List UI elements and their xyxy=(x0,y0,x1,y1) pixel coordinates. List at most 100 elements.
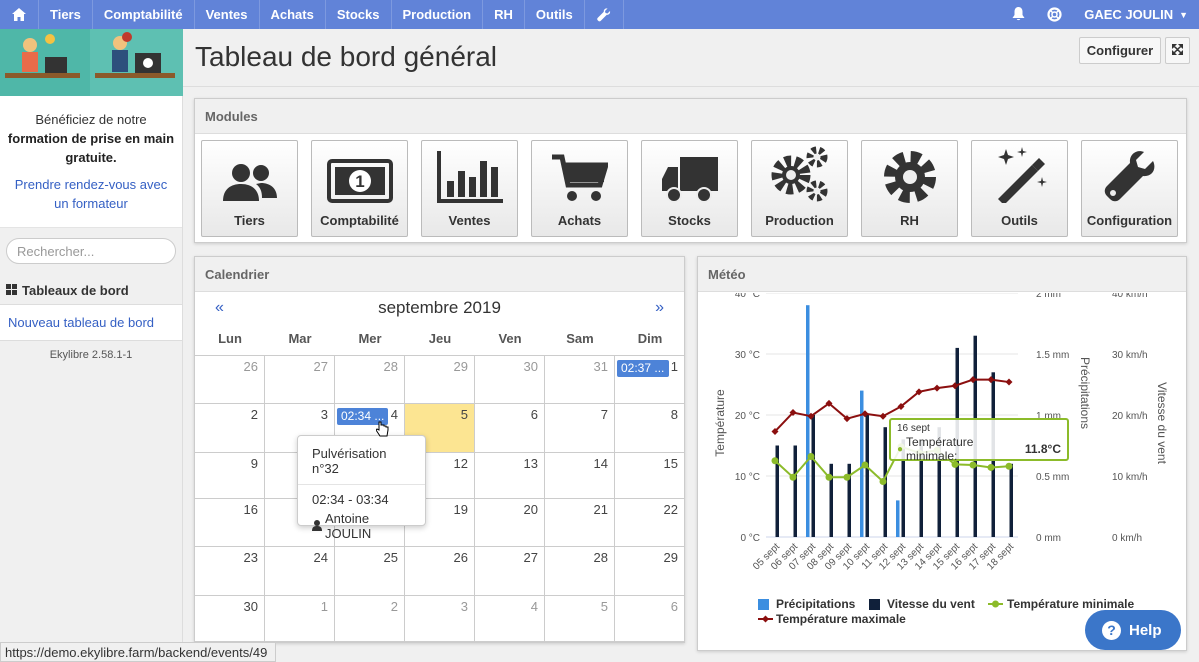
calendar-day[interactable]: 2 xyxy=(195,404,265,453)
svg-text:1: 1 xyxy=(355,172,364,191)
legend-precip: Précipitations xyxy=(776,597,856,611)
day-number: 30 xyxy=(243,599,258,614)
fullscreen-button[interactable] xyxy=(1165,37,1190,64)
nav-ventes[interactable]: Ventes xyxy=(195,0,260,29)
question-icon: ? xyxy=(1102,620,1121,640)
calendar-event[interactable]: 02:37 ... xyxy=(617,360,669,377)
calendar-day[interactable]: 30 xyxy=(475,356,545,404)
day-number: 31 xyxy=(593,359,608,374)
dashboard-grid-icon xyxy=(6,283,17,298)
nav-rh[interactable]: RH xyxy=(483,0,525,29)
company-menu[interactable]: GAEC JOULIN ▼ xyxy=(1073,0,1199,29)
nav-outils[interactable]: Outils xyxy=(525,0,585,29)
calendar-day[interactable]: 16 xyxy=(195,499,265,547)
calendar-day[interactable]: 29 xyxy=(615,547,684,596)
module-ventes[interactable]: Ventes xyxy=(421,140,518,237)
weekday: Mer xyxy=(358,331,382,346)
configure-button[interactable]: Configurer xyxy=(1079,37,1161,64)
calendar-day[interactable]: 5 xyxy=(545,596,615,642)
module-stocks[interactable]: Stocks xyxy=(641,140,738,237)
calendar-day[interactable]: 2 xyxy=(335,596,405,642)
calendar-day[interactable]: 14 xyxy=(545,453,615,499)
min-temp-point xyxy=(879,477,887,485)
app-version: Ekylibre 2.58.1-1 xyxy=(49,349,133,361)
weekday: Ven xyxy=(498,331,522,346)
calendar-day[interactable]: 22 xyxy=(615,499,684,547)
calendar-day[interactable]: 4 xyxy=(475,596,545,642)
weekday: Dim xyxy=(637,331,663,346)
calendar-day[interactable]: 28 xyxy=(335,356,405,404)
day-number: 6 xyxy=(670,599,678,614)
module-rh[interactable]: RH xyxy=(861,140,958,237)
day-number: 20 xyxy=(523,502,538,517)
hand-cursor-icon xyxy=(375,421,389,440)
calendar-next-button[interactable]: » xyxy=(655,299,664,317)
calendar-day[interactable]: 02:37 ... 1 xyxy=(615,356,684,404)
nav-achats[interactable]: Achats xyxy=(260,0,326,29)
search-input[interactable]: Rechercher... xyxy=(6,238,176,264)
calendar-day[interactable]: 28 xyxy=(545,547,615,596)
calendar-day[interactable]: 21 xyxy=(545,499,615,547)
day-number: 28 xyxy=(593,550,608,565)
module-label: RH xyxy=(900,213,919,228)
y-tick-label-temp: 0 °C xyxy=(740,533,760,544)
lifebuoy-icon[interactable] xyxy=(1036,0,1073,29)
weekday: Sam xyxy=(566,331,594,346)
calendar-day[interactable]: 31 xyxy=(545,356,615,404)
module-achats[interactable]: Achats xyxy=(531,140,628,237)
calendar-day[interactable]: 3 xyxy=(405,596,475,642)
calendar-day[interactable]: 1 xyxy=(265,596,335,642)
min-temp-point xyxy=(987,463,995,471)
wind-bar xyxy=(793,445,797,537)
precipitation-bar xyxy=(806,305,810,537)
calendar-day[interactable]: 13 xyxy=(475,453,545,499)
y-tick-label-wind: 20 km/h xyxy=(1112,411,1148,422)
weekday: Lun xyxy=(218,331,242,346)
module-comptabilite[interactable]: 1 Comptabilité xyxy=(311,140,408,237)
booking-link[interactable]: Prendre rendez-vous avec un formateur xyxy=(6,175,176,213)
chart-tooltip: 16 sept ● Température minimale: 11.8°C xyxy=(889,418,1069,463)
legend-swatch-max-dot xyxy=(762,615,769,623)
magic-wand-icon xyxy=(997,147,1047,203)
y-tick-label-wind: 0 km/h xyxy=(1112,533,1142,544)
calendar-day[interactable]: 7 xyxy=(545,404,615,453)
legend-max-temp: Température maximale xyxy=(776,612,906,626)
nav-comptabilite[interactable]: Comptabilité xyxy=(93,0,195,29)
module-tiers[interactable]: Tiers xyxy=(201,140,298,237)
day-number: 22 xyxy=(663,502,678,517)
calendar-day[interactable]: 30 xyxy=(195,596,265,642)
calendar-day[interactable]: 26 xyxy=(195,356,265,404)
module-label: Achats xyxy=(557,213,602,228)
calendar-day[interactable]: 15 xyxy=(615,453,684,499)
nav-production[interactable]: Production xyxy=(392,0,484,29)
help-button[interactable]: ? Help xyxy=(1085,610,1181,650)
module-production[interactable]: Production xyxy=(751,140,848,237)
gears-icon xyxy=(771,146,827,202)
nav-tiers[interactable]: Tiers xyxy=(39,0,93,29)
popover-title: Pulvérisation n°32 xyxy=(298,436,425,485)
calendar-day[interactable]: 25 xyxy=(335,547,405,596)
calendar-day[interactable]: 20 xyxy=(475,499,545,547)
nav-stocks[interactable]: Stocks xyxy=(326,0,392,29)
calendar-day[interactable]: 27 xyxy=(265,356,335,404)
module-configuration[interactable]: Configuration xyxy=(1081,140,1178,237)
calendar-day[interactable]: 9 xyxy=(195,453,265,499)
min-temp-point xyxy=(825,473,833,481)
calendar-day[interactable]: 23 xyxy=(195,547,265,596)
calendar-day[interactable]: 6 xyxy=(475,404,545,453)
day-number: 2 xyxy=(390,599,398,614)
calendar-day[interactable]: 29 xyxy=(405,356,475,404)
calendar-day[interactable]: 6 xyxy=(615,596,684,642)
calendar-day[interactable]: 26 xyxy=(405,547,475,596)
event-popover: Pulvérisation n°32 02:34 - 03:34 Antoine… xyxy=(297,435,426,541)
module-outils[interactable]: Outils xyxy=(971,140,1068,237)
tooltip-date: 16 sept xyxy=(897,423,930,434)
new-dashboard-link[interactable]: Nouveau tableau de bord xyxy=(0,305,182,341)
home-icon[interactable] xyxy=(0,0,39,29)
wrench-icon[interactable] xyxy=(585,0,624,29)
y-tick-label-precip: 1.5 mm xyxy=(1036,350,1069,361)
calendar-day[interactable]: 27 xyxy=(475,547,545,596)
calendar-day[interactable]: 24 xyxy=(265,547,335,596)
calendar-day[interactable]: 8 xyxy=(615,404,684,453)
bell-icon[interactable] xyxy=(1001,0,1036,29)
